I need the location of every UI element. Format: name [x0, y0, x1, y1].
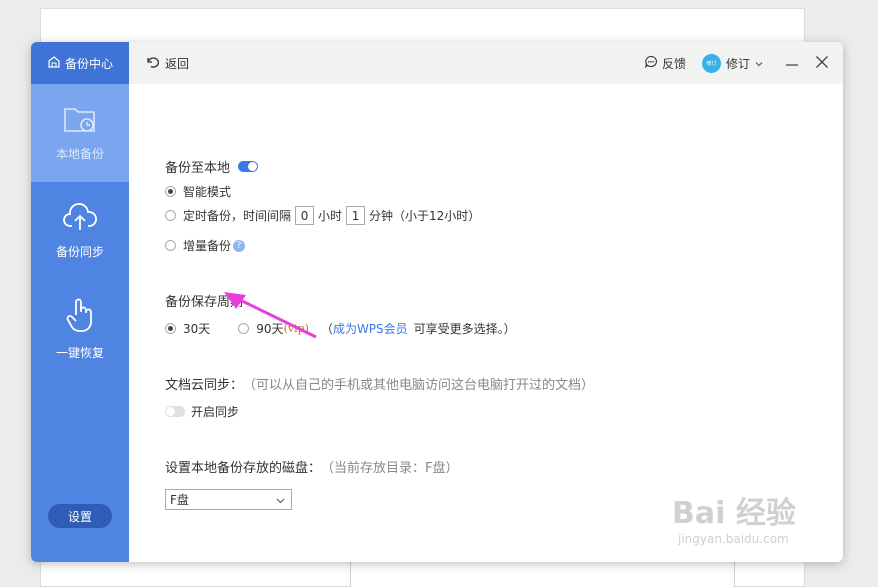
watermark-sub: jingyan.baidu.com: [678, 532, 789, 546]
sidebar: 备份中心 本地备份 备份同步 一键恢复 设置: [31, 42, 129, 562]
hand-pointer-icon: [64, 297, 96, 336]
avatar: 修订: [701, 53, 721, 73]
feedback-label: 反馈: [661, 56, 686, 71]
topbar: 返回 反馈 修订 修订: [129, 42, 843, 84]
minutes-input[interactable]: 1: [346, 206, 366, 225]
retention-suffix: 可享受更多选择。）: [413, 322, 516, 336]
backup-center-icon: [47, 55, 61, 72]
sidebar-item-label: 一键恢复: [55, 346, 104, 360]
sidebar-item-label: 本地备份: [55, 147, 104, 161]
chat-bubble-icon: [644, 55, 658, 72]
disk-section: 设置本地备份存放的磁盘： （当前存放目录：F盘）: [165, 457, 459, 476]
annotation-arrow: [224, 292, 317, 339]
disk-select-value: F盘: [170, 493, 189, 507]
user-name: 修订: [725, 56, 750, 71]
sidebar-item-label: 备份同步: [55, 245, 104, 259]
sidebar-title: 备份中心: [64, 56, 113, 71]
sidebar-item-backup-sync[interactable]: 备份同步: [31, 182, 129, 280]
folder-clock-icon: [63, 104, 97, 137]
mode-timed-radio[interactable]: [165, 210, 176, 221]
backup-center-dialog: 备份中心 本地备份 备份同步 一键恢复 设置 返回 反馈 修订 修订 备份至本地…: [31, 42, 843, 562]
cloud-sync-toggle[interactable]: [165, 406, 185, 417]
background-document-lower: [350, 560, 735, 587]
local-backup-toggle[interactable]: [238, 161, 259, 172]
help-icon[interactable]: ?: [233, 239, 246, 252]
mode-smart-option[interactable]: 智能模式: [165, 183, 231, 200]
mode-incremental-label: 增量备份: [183, 239, 232, 253]
baidu-watermark: Bai 经验 jingyan.baidu.com: [672, 488, 796, 546]
retention-30-label: 30天: [183, 322, 211, 336]
close-icon: [815, 55, 829, 72]
retention-30-radio[interactable]: [165, 323, 176, 334]
local-backup-section: 备份至本地: [165, 157, 259, 176]
undo-arrow-icon: [145, 56, 159, 71]
cloud-upload-icon: [62, 202, 98, 235]
sidebar-item-one-click-restore[interactable]: 一键恢复: [31, 280, 129, 378]
mode-smart-label: 智能模式: [183, 185, 232, 199]
mode-incremental-radio[interactable]: [165, 240, 176, 251]
disk-title: 设置本地备份存放的磁盘：: [165, 461, 322, 476]
disk-select[interactable]: F盘: [165, 489, 292, 510]
settings-button[interactable]: 设置: [48, 504, 112, 528]
mode-timed-label: 定时备份，时间间隔: [183, 209, 292, 223]
user-menu[interactable]: 修订 修订: [701, 53, 763, 73]
mode-incremental-option[interactable]: 增量备份 ?: [165, 237, 246, 254]
sidebar-item-local-backup[interactable]: 本地备份: [31, 84, 129, 182]
chevron-down-icon: [276, 493, 285, 507]
hours-unit: 小时: [318, 209, 343, 223]
cloud-sync-desc: （可以从自己的手机或其他电脑访问这台电脑打开过的文档）: [243, 378, 595, 393]
cloud-sync-toggle-label: 开启同步: [191, 405, 240, 419]
cloud-sync-title: 文档云同步：: [165, 378, 244, 393]
watermark-main: Bai 经验: [672, 496, 796, 531]
close-button[interactable]: [807, 42, 837, 84]
hours-input[interactable]: 0: [295, 206, 315, 225]
wps-member-link[interactable]: 成为WPS会员: [333, 320, 408, 337]
minutes-unit: 分钟（小于12小时）: [369, 209, 481, 223]
back-label: 返回: [165, 56, 190, 71]
chevron-down-icon: [755, 56, 763, 70]
minimize-icon: [785, 55, 799, 72]
mode-timed-option[interactable]: 定时备份，时间间隔 0 小时 1 分钟（小于12小时）: [165, 206, 480, 225]
cloud-sync-section: 文档云同步： （可以从自己的手机或其他电脑访问这台电脑打开过的文档）: [165, 374, 594, 393]
local-backup-title: 备份至本地: [165, 161, 231, 176]
minimize-button[interactable]: [777, 42, 807, 84]
back-button[interactable]: 返回: [145, 55, 189, 72]
feedback-button[interactable]: 反馈: [644, 55, 686, 72]
sidebar-header: 备份中心: [31, 42, 129, 84]
cloud-sync-toggle-row[interactable]: 开启同步: [165, 403, 239, 420]
mode-smart-radio[interactable]: [165, 186, 176, 197]
disk-current: （当前存放目录：F盘）: [321, 461, 459, 476]
